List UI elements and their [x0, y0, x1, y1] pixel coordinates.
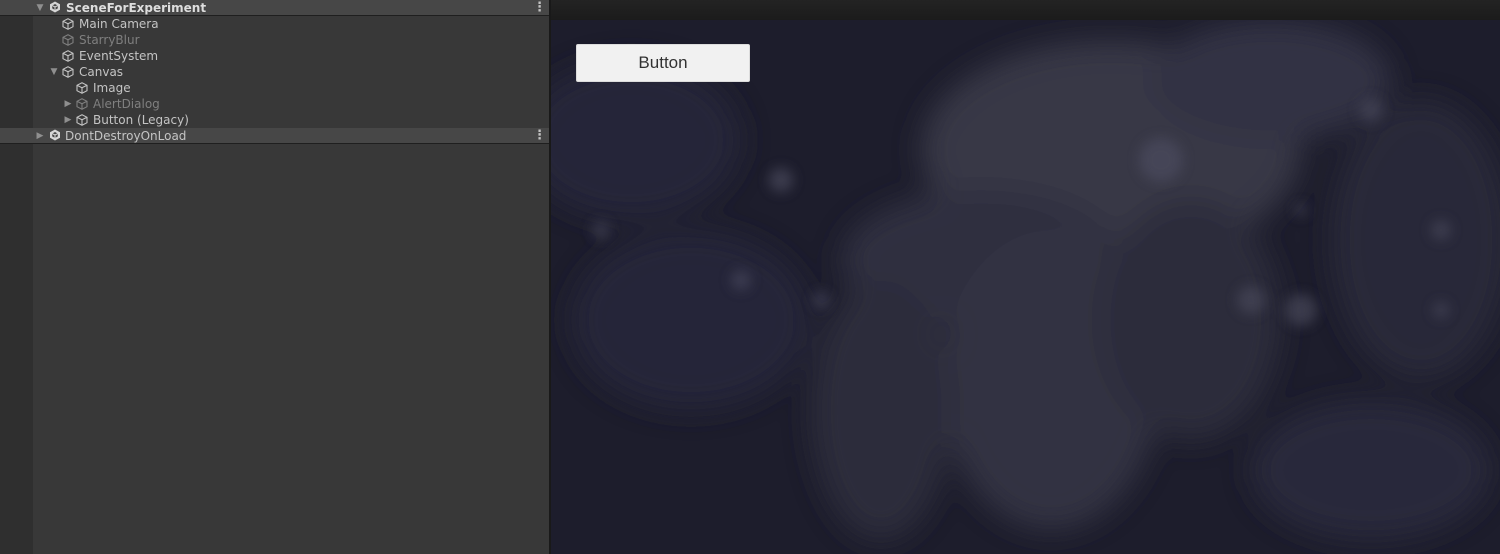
scene-row[interactable]: ▼ SceneForExperiment ⋮	[0, 0, 549, 16]
gameobject-cube-icon	[76, 82, 88, 94]
hierarchy-item-label: StarryBlur	[79, 33, 140, 47]
hierarchy-item-label: Main Camera	[79, 17, 159, 31]
game-view-toolbar	[551, 0, 1500, 20]
hierarchy-item-label: Image	[93, 81, 131, 95]
hierarchy-item-label: Canvas	[79, 65, 124, 79]
foldout-collapsed-icon[interactable]: ▶	[35, 128, 45, 144]
hierarchy-item-label: Button (Legacy)	[93, 113, 189, 127]
hierarchy-item-canvas[interactable]: ▼ Canvas	[0, 64, 549, 80]
hierarchy-item-label: EventSystem	[79, 49, 159, 63]
hierarchy-item-eventsystem[interactable]: EventSystem	[0, 48, 549, 64]
foldout-collapsed-icon[interactable]: ▶	[63, 96, 73, 112]
gameobject-cube-icon	[76, 98, 88, 110]
gameobject-cube-icon	[76, 114, 88, 126]
game-canvas: Button	[551, 20, 1500, 554]
gameobject-cube-icon	[62, 34, 74, 46]
game-ui-button[interactable]: Button	[576, 44, 750, 82]
foldout-expanded-icon[interactable]: ▼	[49, 64, 59, 80]
gameobject-cube-icon	[62, 18, 74, 30]
more-options-icon[interactable]: ⋮	[533, 0, 546, 16]
scene-name: SceneForExperiment	[66, 1, 207, 15]
hierarchy-item-main-camera[interactable]: Main Camera	[0, 16, 549, 32]
more-options-icon[interactable]: ⋮	[533, 128, 546, 144]
hierarchy-item-label: AlertDialog	[93, 97, 160, 111]
hierarchy-item-button-legacy[interactable]: ▶ Button (Legacy)	[0, 112, 549, 128]
foldout-expanded-icon[interactable]: ▼	[35, 0, 45, 16]
background-artwork	[551, 20, 1500, 554]
hierarchy-item-starryblur[interactable]: StarryBlur	[0, 32, 549, 48]
gameobject-cube-icon	[62, 50, 74, 62]
foldout-collapsed-icon[interactable]: ▶	[63, 112, 73, 128]
gameobject-cube-icon	[62, 66, 74, 78]
scene-name: DontDestroyOnLoad	[65, 129, 187, 143]
unity-scene-icon	[50, 1, 60, 13]
unity-scene-icon	[50, 129, 60, 141]
dontdestroyonload-row[interactable]: ▶ DontDestroyOnLoad ⋮	[0, 128, 549, 144]
hierarchy-item-alertdialog[interactable]: ▶ AlertDialog	[0, 96, 549, 112]
game-view: Button	[551, 0, 1500, 554]
hierarchy-item-image[interactable]: Image	[0, 80, 549, 96]
hierarchy-panel: ▼ SceneForExperiment ⋮ Main Camera Starr…	[0, 0, 549, 554]
